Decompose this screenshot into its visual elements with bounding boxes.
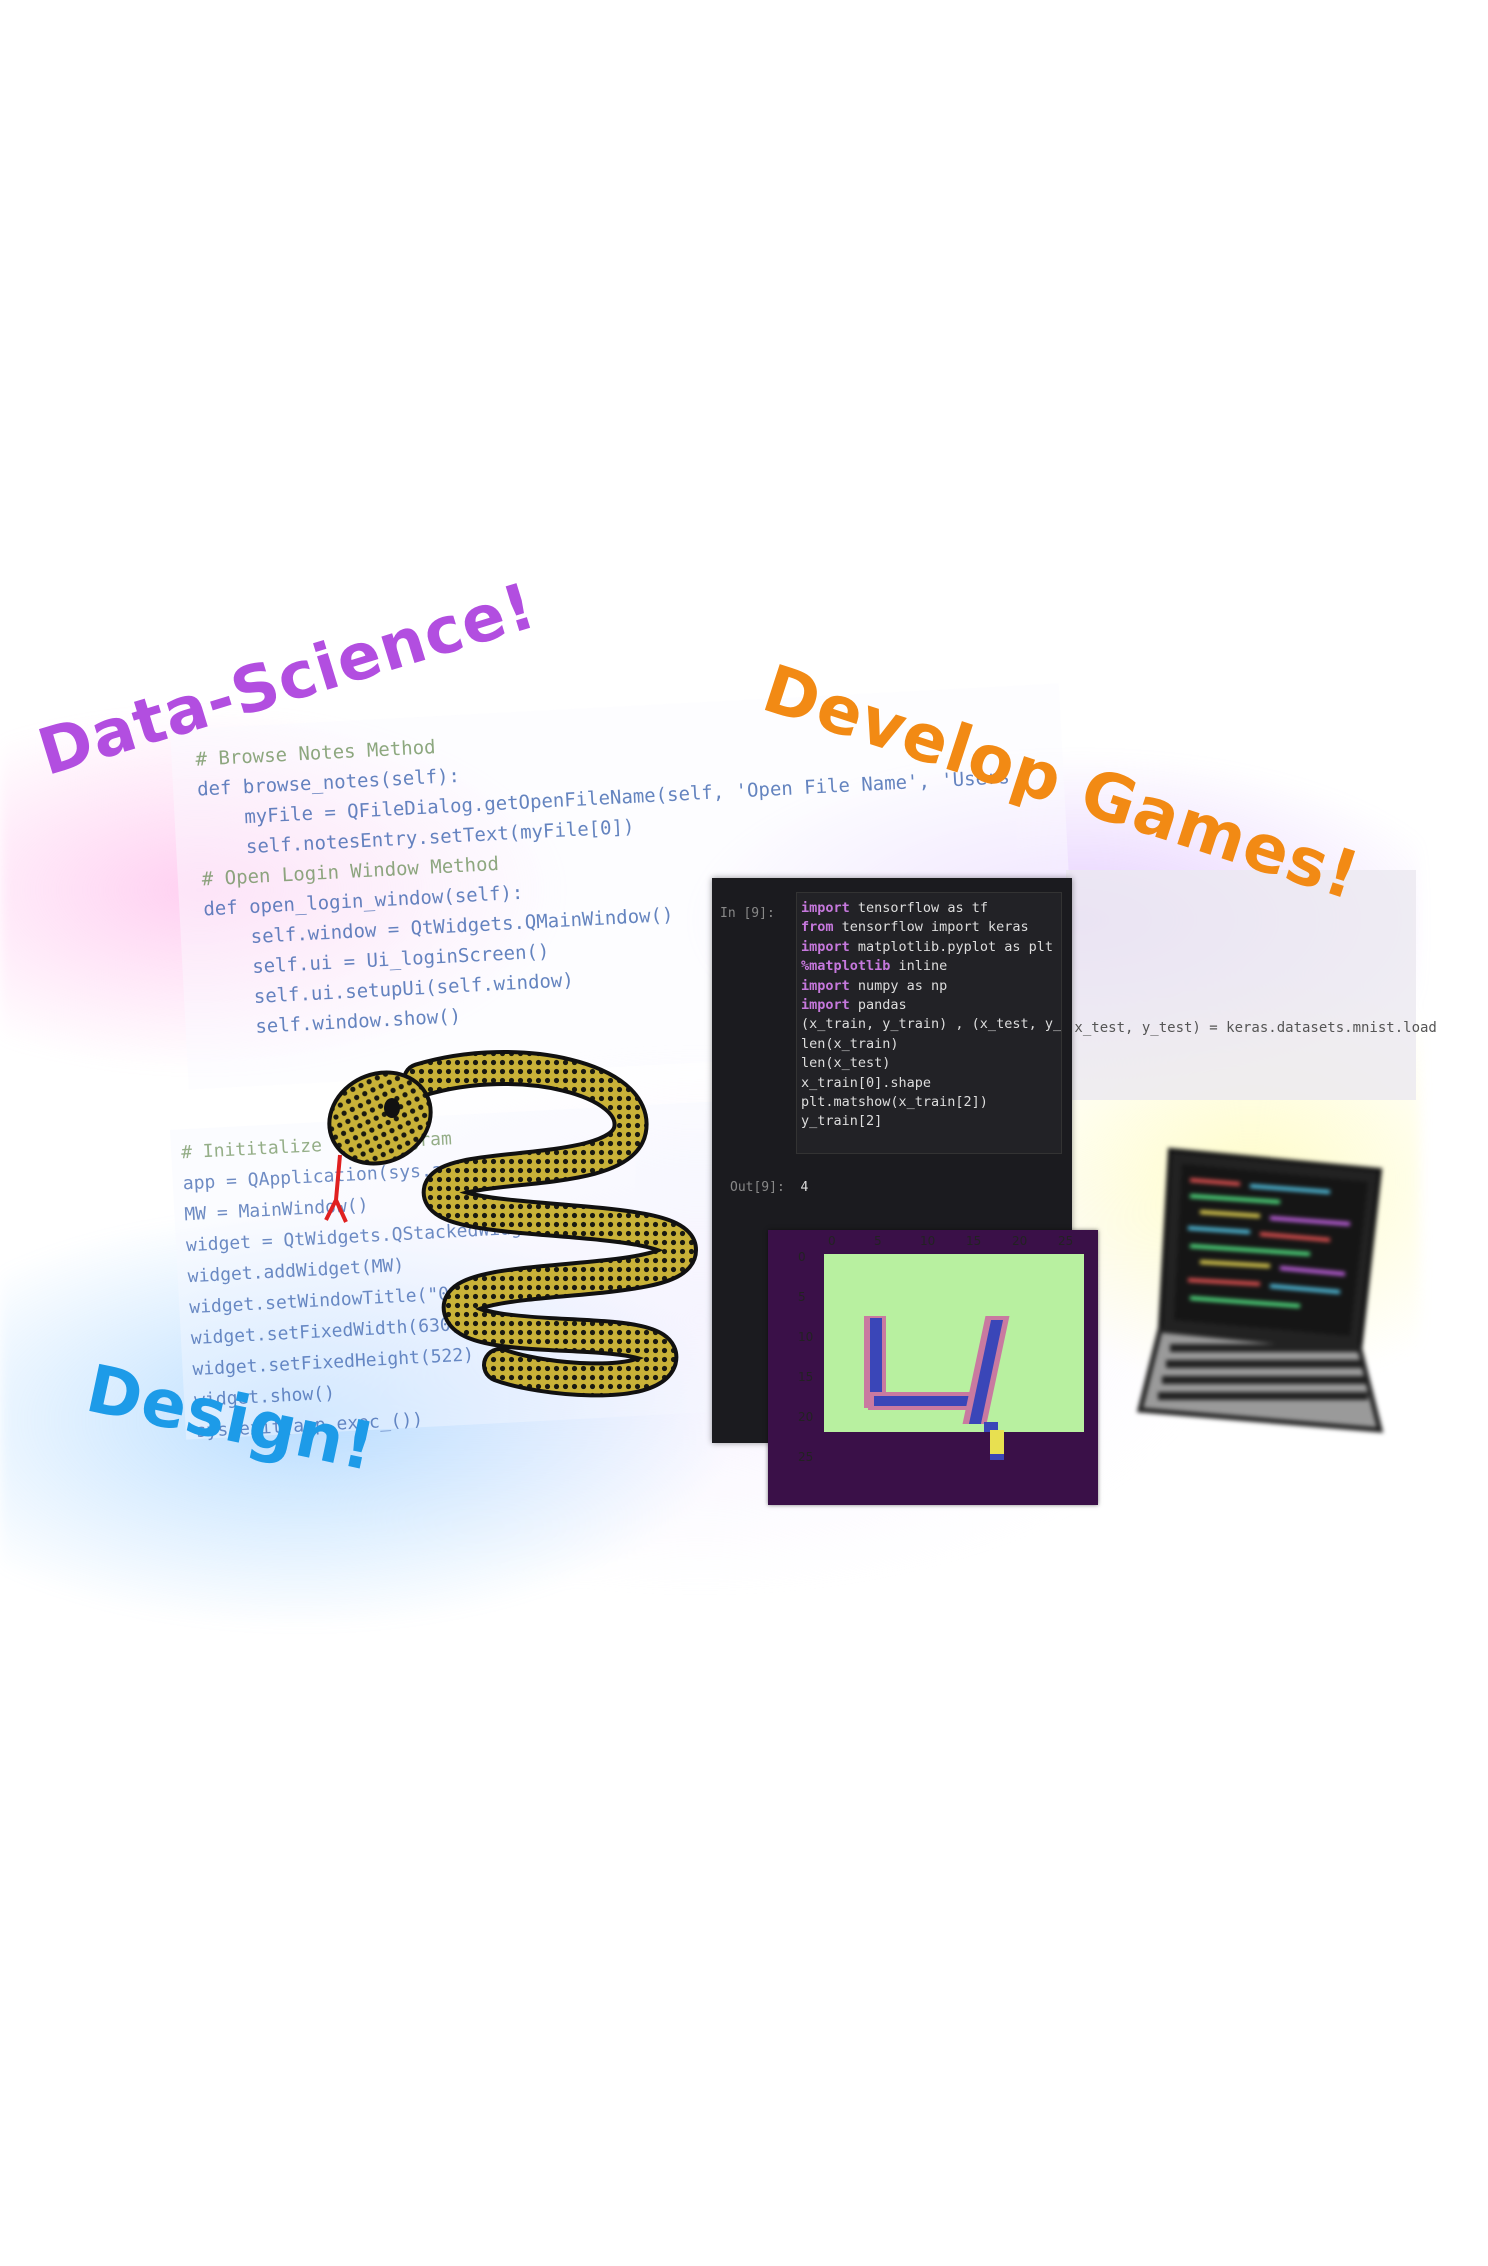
notebook-code-cell: import tensorflow as tf from tensorflow i… <box>796 892 1062 1154</box>
notebook-out-label: Out[9]: 4 <box>730 1180 809 1195</box>
notebook-code-line: %matplotlib inline <box>801 958 948 975</box>
notebook-code-line: import matplotlib.pyplot as plt <box>801 938 1053 955</box>
plot-y-tick: 15 <box>798 1370 814 1384</box>
notebook-code-line: import pandas <box>801 997 907 1014</box>
notebook-in-label: In [9]: <box>720 906 775 921</box>
notebook-code-line: (x_train, y_train) , (x_test, y_test) = … <box>801 1016 1062 1033</box>
notebook-code-line: x_train[0].shape <box>801 1074 932 1091</box>
digit-tail-end <box>990 1454 1004 1460</box>
mnist-digit-plot: 0 5 10 15 20 25 0 5 10 15 20 25 <box>768 1230 1098 1505</box>
notebook-code-line: y_train[2] <box>801 1113 883 1130</box>
notebook-code-line: from tensorflow import keras <box>801 919 1029 936</box>
plot-x-tick: 15 <box>966 1234 982 1248</box>
notebook-code-line: len(x_train) <box>801 1035 899 1052</box>
digit-image <box>824 1254 1084 1432</box>
notebook-code-line: len(x_test) <box>801 1055 891 1072</box>
notebook-code-line: import tensorflow as tf <box>801 900 988 916</box>
plot-y-tick: 0 <box>798 1250 806 1264</box>
plot-y-tick: 5 <box>798 1290 806 1304</box>
plot-x-tick: 20 <box>1012 1234 1028 1248</box>
plot-y-tick: 20 <box>798 1410 814 1424</box>
notebook-code-line: import numpy as np <box>801 977 948 994</box>
plot-x-tick: 5 <box>874 1234 882 1248</box>
plot-y-tick: 10 <box>798 1330 814 1344</box>
plot-x-tick: 0 <box>828 1234 836 1248</box>
digit-tail-highlight <box>990 1430 1004 1454</box>
notebook-overflow-line: (x_test, y_test) = keras.datasets.mnist.… <box>1066 1020 1437 1036</box>
plot-x-tick: 10 <box>920 1234 936 1248</box>
plot-y-tick: 25 <box>798 1450 814 1464</box>
snake-icon <box>324 1050 699 1398</box>
laptop-icon <box>1136 1147 1384 1433</box>
notebook-code-line: plt.matshow(x_train[2]) <box>801 1094 988 1111</box>
notebook-strip: (x_test, y_test) = keras.datasets.mnist.… <box>1066 870 1437 1100</box>
plot-x-tick: 25 <box>1058 1234 1074 1248</box>
